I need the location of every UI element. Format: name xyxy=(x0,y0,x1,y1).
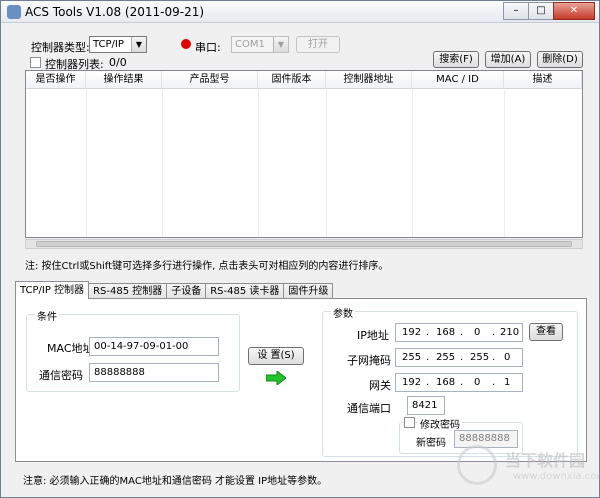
close-button[interactable]: ✕ xyxy=(553,2,595,20)
conditions-group-title: 条件 xyxy=(35,308,59,323)
set-button[interactable]: 设 置(S) xyxy=(248,347,304,365)
app-icon xyxy=(7,5,21,19)
column-divider xyxy=(412,90,413,237)
column-header-firmware[interactable]: 固件版本 xyxy=(258,71,326,89)
serial-port-select[interactable]: COM1 ▼ xyxy=(231,36,289,53)
chevron-down-icon: ▼ xyxy=(273,37,288,52)
ip-octet: 192 xyxy=(402,327,422,338)
parameters-group-title: 参数 xyxy=(331,305,355,320)
gateway-octet: 1 xyxy=(504,377,511,388)
column-header-address[interactable]: 控制器地址 xyxy=(326,71,412,89)
password-label: 通信密码 xyxy=(39,369,83,382)
mask-octet: 255 xyxy=(436,352,456,363)
mac-address-label: MAC地址 xyxy=(47,342,94,355)
mask-octet: 255 xyxy=(402,352,422,363)
controller-type-label: 控制器类型: xyxy=(31,41,90,54)
open-port-button[interactable]: 打开 xyxy=(296,36,340,53)
scrollbar-thumb[interactable] xyxy=(36,241,572,247)
tab-tcpip-controller[interactable]: TCP/IP 控制器 xyxy=(15,281,90,299)
column-divider xyxy=(326,90,327,237)
ip-octet: 168 xyxy=(436,327,456,338)
gateway-input[interactable]: 192 . 168 . 0 . 1 xyxy=(395,373,523,392)
gateway-octet: 168 xyxy=(436,377,456,388)
tab-rs485-reader[interactable]: RS-485 读卡器 xyxy=(205,283,285,299)
column-divider xyxy=(86,90,87,237)
controller-count: 0/0 xyxy=(109,56,127,69)
new-password-label: 新密码 xyxy=(416,438,446,449)
tab-firmware-upgrade[interactable]: 固件升级 xyxy=(283,283,334,299)
parameters-group: 参数 IP地址 192 . 168 . 0 . 210 查看 子网掩码 255 … xyxy=(322,305,578,457)
mask-octet: 255 xyxy=(470,352,490,363)
watermark-url: www.downxia.com xyxy=(513,471,600,482)
conditions-group: 条件 MAC地址 00-14-97-09-01-00 通信密码 88888888 xyxy=(26,308,240,392)
column-divider xyxy=(162,90,163,237)
maximize-button[interactable]: □ xyxy=(528,2,554,20)
minimize-button[interactable]: – xyxy=(503,2,529,20)
serial-port-label: 串口: xyxy=(195,41,221,54)
delete-button[interactable]: 删除(D) xyxy=(537,51,583,68)
mask-octet: 0 xyxy=(504,352,511,363)
watermark-logo-icon xyxy=(457,445,497,485)
column-header-model[interactable]: 产品型号 xyxy=(162,71,258,89)
search-button[interactable]: 搜索(F) xyxy=(433,51,479,68)
chevron-down-icon: ▼ xyxy=(131,37,146,52)
ip-octet: 210 xyxy=(500,327,520,338)
ip-octet: 0 xyxy=(474,327,481,338)
watermark: 当下软件园 www.downxia.com xyxy=(453,441,600,491)
column-header-mac-id[interactable]: MAC / ID xyxy=(412,71,504,89)
serial-port-value: COM1 xyxy=(235,39,265,50)
footer-note: 注意: 必须输入正确的MAC地址和通信密码 才能设置 IP地址等参数。 xyxy=(23,476,328,487)
ip-address-label: IP地址 xyxy=(357,329,389,342)
serial-status-indicator-icon xyxy=(181,39,191,49)
window-controls: – □ ✕ xyxy=(503,2,595,20)
ip-address-input[interactable]: 192 . 168 . 0 . 210 xyxy=(395,323,523,342)
tcpip-tab-panel: 条件 MAC地址 00-14-97-09-01-00 通信密码 88888888… xyxy=(15,298,587,462)
green-arrow-right-icon xyxy=(266,371,286,385)
watermark-text: 当下软件园 xyxy=(505,451,586,470)
subnet-mask-input[interactable]: 255 . 255 . 255 . 0 xyxy=(395,348,523,367)
controller-list-checkbox[interactable] xyxy=(30,57,41,68)
window-title: ACS Tools V1.08 (2011-09-21) xyxy=(25,5,205,19)
controller-type-value: TCP/IP xyxy=(93,39,124,50)
gateway-octet: 0 xyxy=(474,377,481,388)
port-label: 通信端口 xyxy=(347,402,391,415)
port-input[interactable]: 8421 xyxy=(407,396,445,415)
horizontal-scrollbar[interactable] xyxy=(25,239,583,249)
controller-type-select[interactable]: TCP/IP ▼ xyxy=(89,36,147,53)
tab-rs485-controller[interactable]: RS-485 控制器 xyxy=(88,283,168,299)
column-header-operate[interactable]: 是否操作 xyxy=(26,71,86,89)
view-button[interactable]: 查看 xyxy=(529,323,563,341)
add-button[interactable]: 增加(A) xyxy=(485,51,531,68)
table-hint-text: 注: 按住Ctrl或Shift键可选择多行进行操作, 点击表头可对相应列的内容进… xyxy=(25,261,389,272)
controller-table[interactable]: 是否操作 操作结果 产品型号 固件版本 控制器地址 MAC / ID 描述 xyxy=(25,70,583,238)
title-bar: ACS Tools V1.08 (2011-09-21) – □ ✕ xyxy=(1,1,599,23)
mac-address-input[interactable]: 00-14-97-09-01-00 xyxy=(89,337,219,356)
column-divider xyxy=(258,90,259,237)
tab-sub-device[interactable]: 子设备 xyxy=(166,283,207,299)
gateway-octet: 192 xyxy=(402,377,422,388)
password-input[interactable]: 88888888 xyxy=(89,363,219,382)
table-header: 是否操作 操作结果 产品型号 固件版本 控制器地址 MAC / ID 描述 xyxy=(26,71,582,89)
main-window: ACS Tools V1.08 (2011-09-21) – □ ✕ 控制器类型… xyxy=(0,0,600,498)
change-password-label: 修改密码 xyxy=(418,416,462,431)
column-header-description[interactable]: 描述 xyxy=(504,71,582,89)
column-divider xyxy=(504,90,505,237)
gateway-label: 网关 xyxy=(369,379,391,392)
tab-bar: TCP/IP 控制器 RS-485 控制器 子设备 RS-485 读卡器 固件升… xyxy=(15,281,334,299)
column-header-result[interactable]: 操作结果 xyxy=(86,71,162,89)
change-password-checkbox[interactable] xyxy=(404,417,415,428)
subnet-mask-label: 子网掩码 xyxy=(347,354,391,367)
